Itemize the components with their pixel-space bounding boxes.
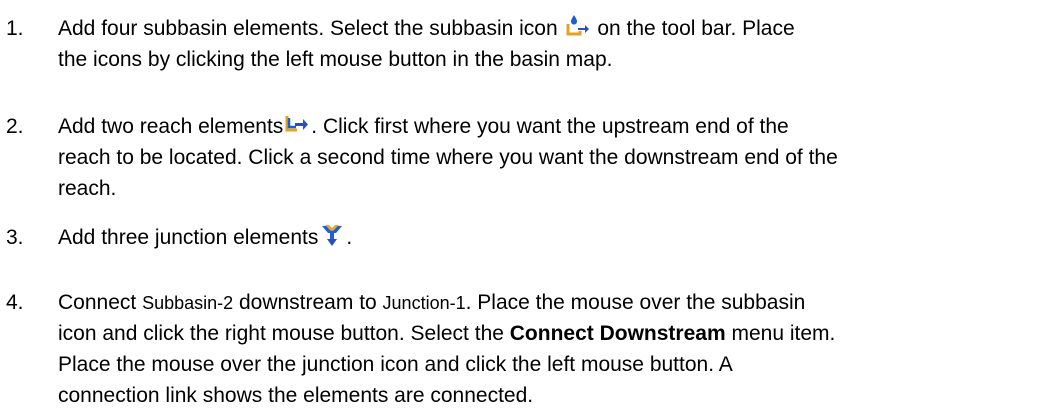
instruction-document: 1. Add four subbasin elements. Select th… — [0, 0, 1060, 416]
step-1-line-2: the icons by clicking the left mouse but… — [58, 48, 613, 71]
step-4-line-1: Connect Subbasin-2 downstream to Junctio… — [58, 291, 806, 314]
step-4-line-4: connection link shows the elements are c… — [58, 384, 534, 407]
step-2-line-2: reach to be located. Click a second time… — [58, 146, 838, 169]
step-number: 1. — [6, 17, 24, 40]
step-2-line-3: reach. — [58, 177, 117, 200]
step-4-line-3: Place the mouse over the junction icon a… — [58, 353, 733, 376]
step-number: 4. — [6, 291, 24, 314]
junction-icon — [320, 223, 344, 247]
subbasin-icon — [566, 14, 590, 38]
reach-icon — [285, 112, 309, 136]
step-2-line-1: Add two reach elements . Click first whe… — [58, 111, 789, 142]
step-number: 3. — [6, 226, 24, 249]
element-name: Subbasin-2 — [142, 293, 234, 313]
step-1-line-1: Add four subbasin elements. Select the s… — [58, 13, 795, 44]
element-name: Junction-1 — [382, 293, 466, 313]
step-number: 2. — [6, 115, 24, 138]
step-3-line-1: Add three junction elements . — [58, 222, 352, 253]
menu-item-name: Connect Downstream — [509, 322, 726, 345]
step-4-line-2: icon and click the right mouse button. S… — [58, 322, 836, 345]
